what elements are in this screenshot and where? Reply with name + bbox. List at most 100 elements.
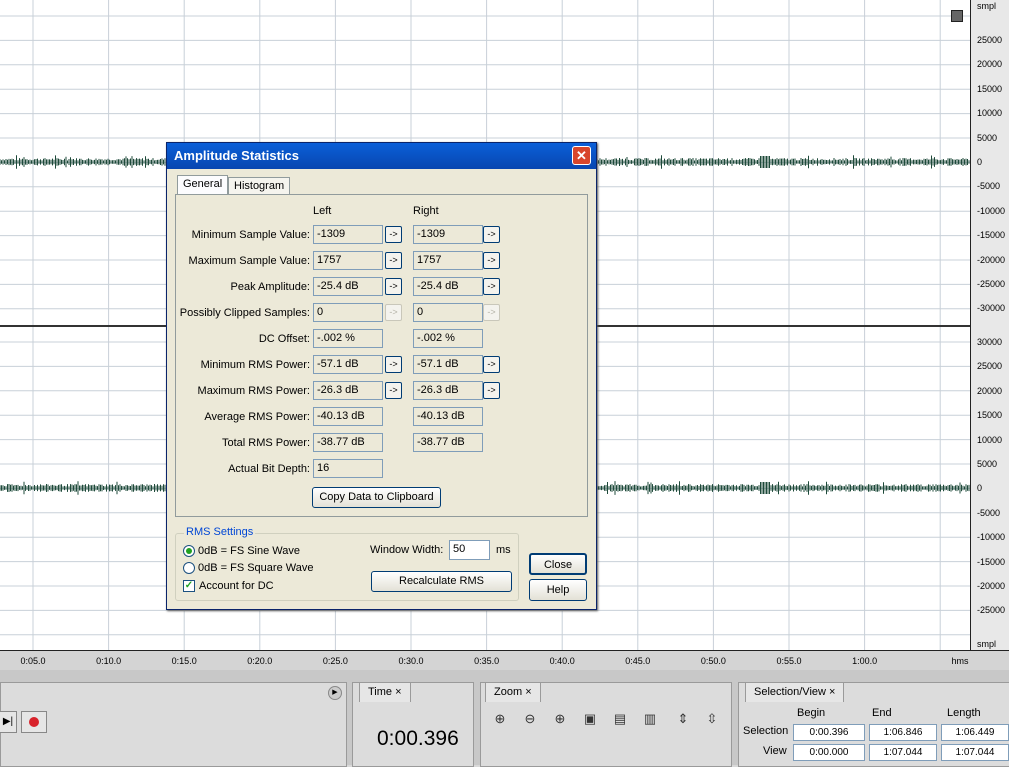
maximum-rms-power-left-goto-button[interactable]: ->: [385, 382, 402, 399]
tab-time[interactable]: Time ×: [359, 682, 411, 702]
time-tick: 0:05.0: [20, 656, 46, 666]
maximum-sample-value-left-goto-button[interactable]: ->: [385, 252, 402, 269]
time-tick: 1:00.0: [852, 656, 878, 666]
close-icon[interactable]: ×: [525, 686, 531, 698]
dialog-title[interactable]: Amplitude Statistics: [167, 143, 596, 169]
account-dc-checkbox[interactable]: ✓: [183, 580, 195, 592]
amplitude-tick: 25000: [977, 361, 1003, 372]
tab-histogram[interactable]: Histogram: [228, 177, 291, 195]
zoom-out-amplitude-icon[interactable]: ⊖: [521, 711, 539, 727]
close-icon[interactable]: ×: [829, 686, 835, 698]
begin-header: Begin: [797, 707, 826, 719]
amplitude-tick: -15000: [977, 230, 1006, 241]
maximum-rms-power-right-goto-button[interactable]: ->: [483, 382, 500, 399]
square-wave-label[interactable]: 0dB = FS Square Wave: [198, 562, 313, 574]
time-tab-label: Time: [368, 686, 393, 698]
total-rms-power-label: Total RMS Power:: [221, 437, 310, 449]
pane-menu-icon[interactable]: ▶: [328, 686, 342, 700]
time-tick: 0:35.0: [474, 656, 500, 666]
peak-amplitude-left-goto-button[interactable]: ->: [385, 278, 402, 295]
account-dc-label[interactable]: Account for DC: [199, 580, 274, 592]
time-pane: Time × 0:00.396: [352, 682, 474, 767]
sine-wave-label[interactable]: 0dB = FS Sine Wave: [198, 545, 300, 557]
help-button[interactable]: Help: [529, 579, 587, 601]
dc-offset-right-field: -.002 %: [413, 329, 483, 348]
zoom-in-amplitude-icon[interactable]: ⊕: [491, 711, 509, 727]
maximum-sample-value-label: Maximum Sample Value:: [188, 255, 310, 267]
amplitude-tick: -30000: [977, 303, 1006, 314]
peak-amplitude-left-field: -25.4 dB: [313, 277, 383, 296]
view-begin-field[interactable]: 0:00.000: [793, 744, 865, 761]
view-row-label: View: [763, 745, 787, 757]
zoom-out-vertical-icon[interactable]: ⇳: [703, 711, 721, 727]
time-tick: 0:50.0: [700, 656, 726, 666]
time-tick: 0:45.0: [625, 656, 651, 666]
actual-bit-depth-left-field: 16: [313, 459, 383, 478]
window-width-input[interactable]: 50: [449, 540, 490, 560]
zoom-right-icon[interactable]: ▥: [641, 711, 659, 727]
zoom-in-vertical-icon[interactable]: ⇕: [674, 711, 692, 727]
amplitude-tick: 15000: [977, 410, 1003, 421]
minimum-rms-power-right-goto-button[interactable]: ->: [483, 356, 500, 373]
view-end-field[interactable]: 1:07.044: [869, 744, 937, 761]
possibly-clipped-samples-right-goto-button[interactable]: ->: [483, 304, 500, 321]
minimum-rms-power-label: Minimum RMS Power:: [200, 359, 310, 371]
minimum-sample-value-left-field: -1309: [313, 225, 383, 244]
transport-pane: ▶| ▶: [0, 682, 347, 767]
close-icon[interactable]: ✕: [572, 146, 591, 165]
selection-begin-field[interactable]: 0:00.396: [793, 724, 865, 741]
average-rms-power-label: Average RMS Power:: [204, 411, 310, 423]
time-tick: 0:40.0: [549, 656, 575, 666]
goto-end-button[interactable]: ▶|: [0, 711, 17, 733]
amplitude-ruler: smpl 25000 20000 15000 10000 5000 0 -5000 -10000…: [970, 0, 1009, 650]
zoom-in-time-icon[interactable]: ⊕: [551, 711, 569, 727]
square-wave-radio[interactable]: [183, 562, 195, 574]
average-rms-power-right-field: -40.13 dB: [413, 407, 483, 426]
amplitude-tick: 20000: [977, 385, 1003, 396]
minimum-rms-power-left-field: -57.1 dB: [313, 355, 383, 374]
maximum-rms-power-label: Maximum RMS Power:: [197, 385, 310, 397]
maximum-sample-value-right-field: 1757: [413, 251, 483, 270]
possibly-clipped-samples-left-field: 0: [313, 303, 383, 322]
time-tick: 0:15.0: [171, 656, 197, 666]
zoom-tab-label: Zoom: [494, 686, 523, 698]
zoom-left-icon[interactable]: ▤: [611, 711, 629, 727]
selection-view-pane: Selection/View × Begin End Length Select…: [738, 682, 1009, 767]
view-length-field[interactable]: 1:07.044: [941, 744, 1009, 761]
minimum-rms-power-left-goto-button[interactable]: ->: [385, 356, 402, 373]
end-header: End: [872, 707, 892, 719]
amplitude-tick: -10000: [977, 205, 1006, 216]
amplitude-tick: 5000: [977, 132, 998, 143]
peak-amplitude-right-goto-button[interactable]: ->: [483, 278, 500, 295]
copy-to-clipboard-button[interactable]: Copy Data to Clipboard: [312, 487, 441, 508]
selection-end-field[interactable]: 1:06.846: [869, 724, 937, 741]
close-button[interactable]: Close: [529, 553, 587, 575]
sine-wave-radio[interactable]: [183, 545, 195, 557]
maximum-rms-power-right-field: -26.3 dB: [413, 381, 483, 400]
length-header: Length: [947, 707, 981, 719]
zoom-selection-icon[interactable]: ▣: [581, 711, 599, 727]
amplitude-tick: 15000: [977, 83, 1003, 94]
amplitude-tick: 10000: [977, 434, 1003, 445]
general-tab-panel: Left Right Minimum Sample Value: -1309 -13…: [175, 194, 588, 517]
recalculate-rms-button[interactable]: Recalculate RMS: [371, 571, 512, 592]
possibly-clipped-samples-left-goto-button[interactable]: ->: [385, 304, 402, 321]
maximum-sample-value-right-goto-button[interactable]: ->: [483, 252, 500, 269]
selection-length-field[interactable]: 1:06.449: [941, 724, 1009, 741]
minimum-sample-value-left-goto-button[interactable]: ->: [385, 226, 402, 243]
dc-offset-left-field: -.002 %: [313, 329, 383, 348]
average-rms-power-left-field: -40.13 dB: [313, 407, 383, 426]
time-tick: 0:55.0: [776, 656, 802, 666]
tab-zoom[interactable]: Zoom ×: [485, 682, 541, 702]
amplitude-tick: -25000: [977, 605, 1006, 616]
tab-selection-view[interactable]: Selection/View ×: [745, 682, 845, 702]
left-column-header: Left: [313, 205, 332, 217]
close-icon[interactable]: ×: [395, 686, 401, 698]
minimum-sample-value-right-goto-button[interactable]: ->: [483, 226, 500, 243]
amplitude-unit-bottom: smpl: [977, 639, 997, 649]
zoom-full-icon[interactable]: [951, 10, 963, 22]
amplitude-tick: -15000: [977, 556, 1006, 567]
amplitude-tick: 10000: [977, 108, 1003, 119]
tab-general[interactable]: General: [177, 175, 229, 195]
record-button[interactable]: [21, 711, 47, 733]
